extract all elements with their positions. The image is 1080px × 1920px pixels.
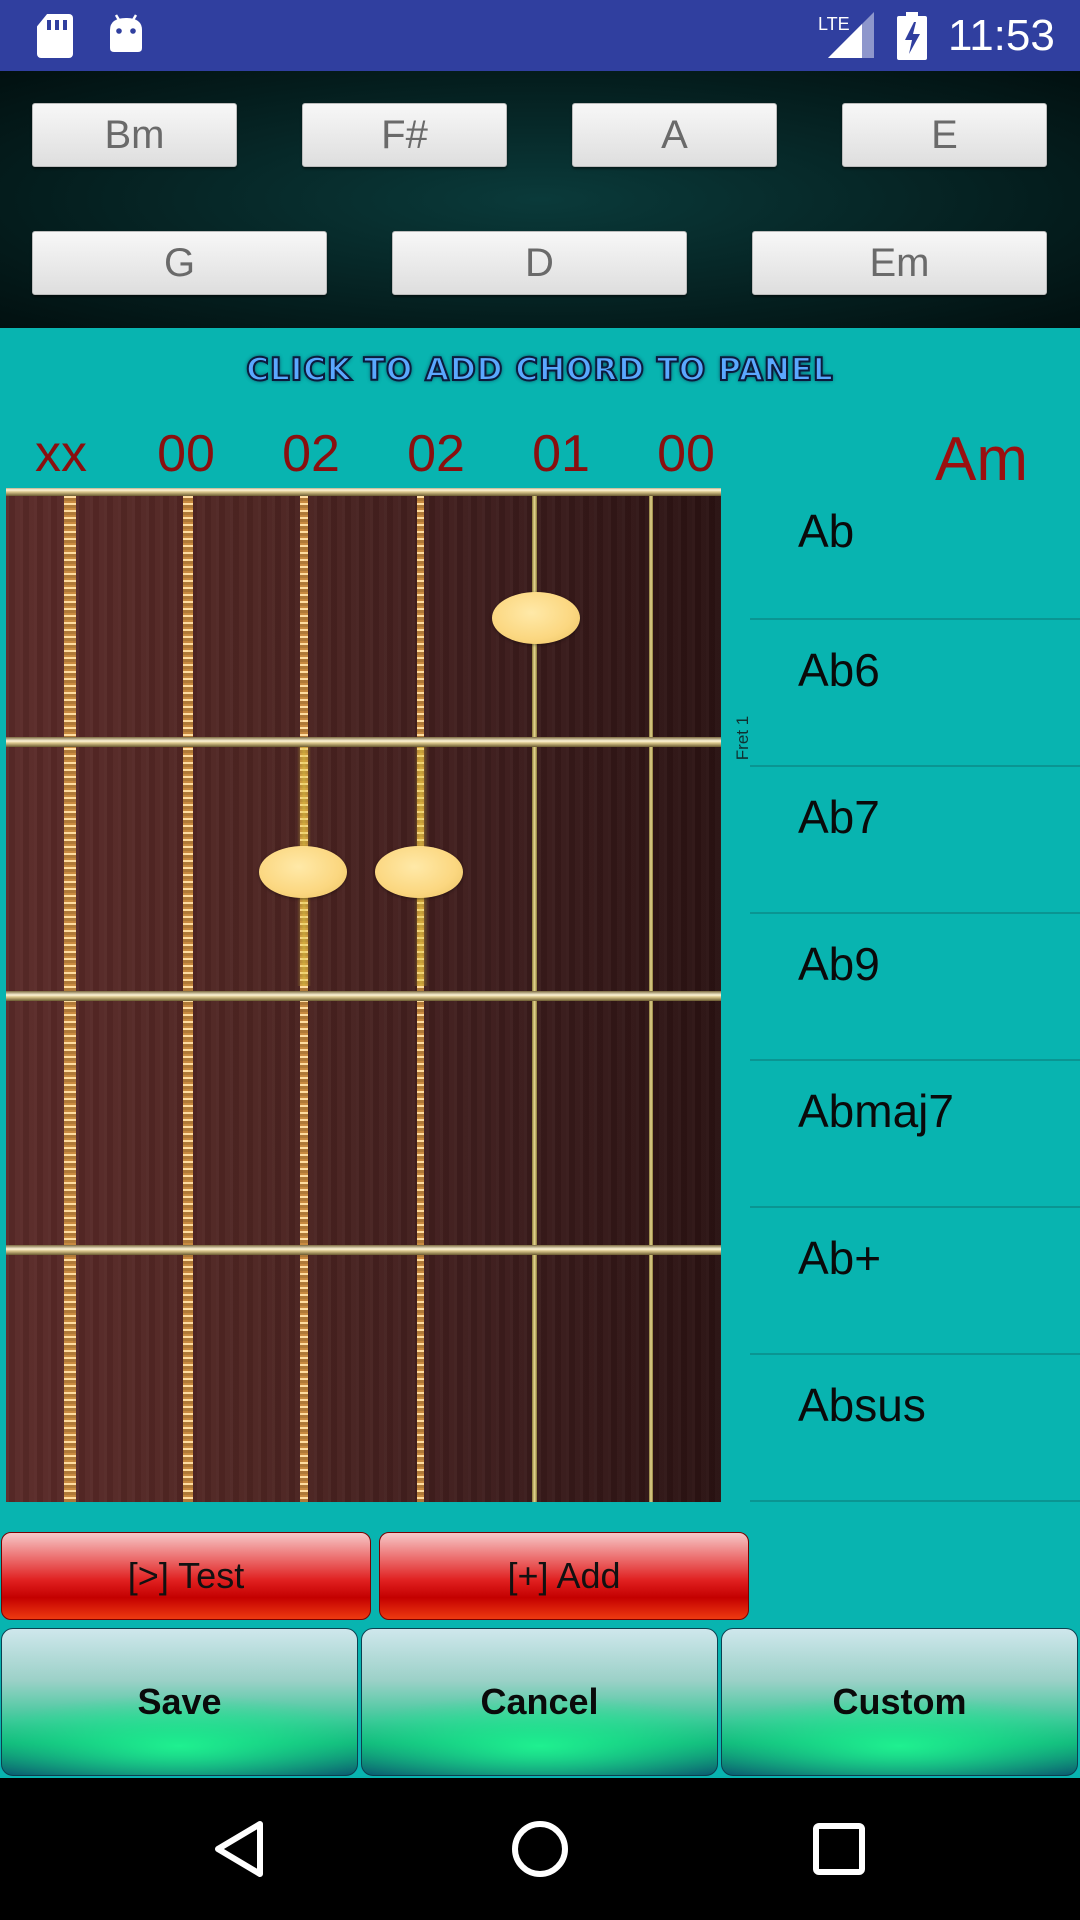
fret-wire — [6, 488, 721, 496]
add-chord-hint[interactable]: CLICK TO ADD CHORD TO PANEL — [0, 351, 1080, 389]
sd-card-icon — [37, 14, 73, 58]
finger-dot[interactable] — [492, 592, 580, 644]
battery-charging-icon — [897, 12, 927, 60]
string-marker: 02 — [282, 425, 340, 483]
chord-list-item[interactable]: Absus — [750, 1355, 1080, 1502]
panel-chord-button[interactable]: Bm — [32, 103, 237, 167]
panel-chord-button[interactable]: Em — [752, 231, 1047, 295]
current-chord-name: Am — [935, 425, 1028, 494]
panel-chord-button[interactable]: A — [572, 103, 777, 167]
chord-list-item[interactable]: Ab — [750, 488, 1080, 620]
custom-button[interactable]: Custom — [721, 1628, 1078, 1776]
svg-text:LTE: LTE — [818, 14, 850, 34]
panel-chord-button[interactable]: G — [32, 231, 327, 295]
string-marker: 02 — [407, 425, 465, 483]
fret-wire — [6, 1245, 721, 1255]
chord-list-item[interactable]: Ab+ — [750, 1208, 1080, 1355]
chord-list[interactable]: Ab Ab6 Ab7 Ab9 Abmaj7 Ab+ Absus — [750, 488, 1080, 1523]
clock: 11:53 — [948, 11, 1055, 60]
chord-list-item[interactable]: Abmaj7 — [750, 1061, 1080, 1208]
save-button[interactable]: Save — [1, 1628, 358, 1776]
fret-wire — [6, 737, 721, 747]
string-marker: 01 — [532, 425, 590, 483]
string-marker: 00 — [157, 425, 215, 483]
finger-dot[interactable] — [375, 846, 463, 898]
string-marker: 00 — [657, 425, 715, 483]
finger-dot[interactable] — [259, 846, 347, 898]
add-button[interactable]: [+] Add — [379, 1532, 749, 1620]
panel-chord-button[interactable]: D — [392, 231, 687, 295]
back-icon[interactable] — [210, 1778, 270, 1920]
string-markers: xx 00 02 02 01 00 — [0, 424, 720, 484]
chord-list-item[interactable]: Ab7 — [750, 767, 1080, 914]
recents-icon[interactable] — [812, 1778, 868, 1920]
chord-panel: Bm F# A E G D Em — [0, 71, 1080, 328]
chord-list-item[interactable]: Ab9 — [750, 914, 1080, 1061]
status-bar: LTE 11:53 — [0, 0, 1080, 71]
chord-list-item[interactable]: Ab6 — [750, 620, 1080, 767]
panel-chord-button[interactable]: E — [842, 103, 1047, 167]
fretboard[interactable] — [6, 488, 721, 1502]
fret-wire — [6, 991, 721, 1001]
cancel-button[interactable]: Cancel — [361, 1628, 718, 1776]
panel-chord-button[interactable]: F# — [302, 103, 507, 167]
home-icon[interactable] — [508, 1778, 572, 1920]
test-button[interactable]: [>] Test — [1, 1532, 371, 1620]
string-marker: xx — [35, 425, 87, 483]
navigation-bar — [0, 1778, 1080, 1920]
android-debug-icon — [110, 14, 142, 52]
lte-signal-icon: LTE — [818, 12, 874, 58]
